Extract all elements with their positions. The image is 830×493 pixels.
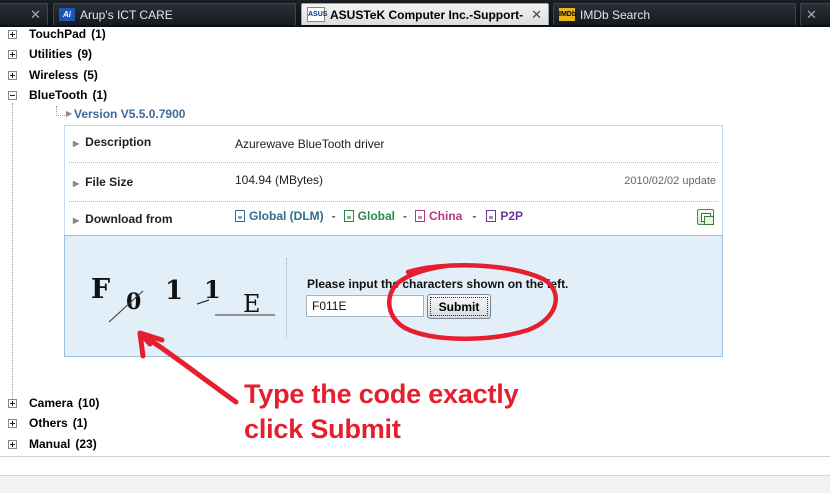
row-divider bbox=[69, 201, 718, 202]
driver-details-panel: ▶ Description Azurewave BlueTooth driver … bbox=[64, 125, 723, 236]
category-name: BlueTooth bbox=[29, 88, 88, 102]
category-wireless[interactable]: Wireless (5) bbox=[8, 66, 98, 84]
link-separator: - bbox=[403, 209, 407, 223]
description-label: Description bbox=[85, 135, 152, 149]
close-tab-icon[interactable]: ✕ bbox=[531, 7, 542, 23]
category-count: (10) bbox=[78, 396, 100, 410]
file-size-row: ▶ File Size 104.94 (MBytes) 2010/02/02 up… bbox=[65, 166, 722, 202]
download-links: Global (DLM) - Global - China - P2P bbox=[235, 209, 523, 223]
captcha-char: 1 bbox=[165, 276, 183, 306]
category-count: (23) bbox=[75, 437, 97, 451]
download-china-link[interactable]: China bbox=[415, 209, 462, 223]
imdb-favicon-icon: IMDb bbox=[559, 8, 576, 21]
tab-title: Arup's ICT CARE bbox=[80, 7, 173, 22]
link-label: P2P bbox=[500, 209, 524, 223]
expand-plus-icon[interactable] bbox=[8, 418, 17, 428]
captcha-char: 1 bbox=[204, 275, 221, 304]
captcha-panel: F 0 1 1 E Please input the characters sh… bbox=[64, 235, 723, 357]
download-p2p-link[interactable]: P2P bbox=[486, 209, 523, 223]
browser-tab-strip: ✕ Ai Arup's ICT CARE ASUS ASUSTeK Comput… bbox=[0, 0, 830, 27]
browser-tab-partial-left[interactable]: ✕ bbox=[0, 3, 48, 25]
category-others[interactable]: Others (1) bbox=[8, 414, 87, 432]
driver-version-link[interactable]: Version V5.5.0.7900 bbox=[74, 107, 185, 121]
close-tab-icon[interactable]: ✕ bbox=[806, 7, 817, 23]
category-name: Wireless bbox=[29, 68, 79, 82]
file-size-label: File Size bbox=[85, 175, 134, 189]
arrow-right-icon: ▶ bbox=[73, 179, 80, 188]
category-count: (1) bbox=[91, 27, 106, 41]
category-count: (9) bbox=[77, 47, 93, 61]
category-count: (5) bbox=[83, 68, 98, 82]
browser-tab-imdb-search[interactable]: IMDb IMDb Search bbox=[553, 3, 796, 25]
arrow-right-icon: ▶ bbox=[66, 109, 73, 118]
category-touchpad[interactable]: TouchPad (1) bbox=[8, 25, 106, 43]
link-separator: - bbox=[331, 209, 336, 223]
link-label: China bbox=[429, 209, 463, 223]
captcha-char: 0 bbox=[126, 289, 141, 315]
floppy-disk-icon bbox=[415, 210, 425, 222]
category-manual[interactable]: Manual (23) bbox=[8, 435, 97, 453]
link-label: Global bbox=[357, 209, 395, 223]
close-tab-icon[interactable]: ✕ bbox=[30, 7, 41, 23]
download-row: ▶ Download from Global (DLM) - Global - C… bbox=[65, 203, 722, 239]
download-global-dlm-link[interactable]: Global (DLM) bbox=[235, 209, 324, 223]
annotation-text: Type the code exactly click Submit bbox=[244, 377, 519, 447]
expand-plus-icon[interactable] bbox=[8, 49, 17, 59]
captcha-char: F bbox=[91, 274, 110, 305]
floppy-disk-icon bbox=[486, 210, 497, 222]
link-separator: - bbox=[472, 209, 477, 223]
download-label-wrap: ▶ Download from bbox=[73, 212, 172, 226]
download-global-link[interactable]: Global bbox=[343, 209, 395, 223]
arrow-right-icon: ▶ bbox=[73, 139, 80, 148]
download-from-label: Download from bbox=[85, 212, 173, 226]
tree-connector-line bbox=[12, 103, 13, 403]
category-count: (1) bbox=[92, 88, 108, 102]
update-date: 2010/02/02 update bbox=[624, 175, 716, 187]
link-label: Global (DLM) bbox=[249, 209, 324, 223]
captcha-divider bbox=[286, 258, 287, 338]
status-bar bbox=[0, 475, 830, 493]
browser-tab-partial-right[interactable]: ✕ bbox=[800, 3, 830, 25]
annotation-line-2: click Submit bbox=[244, 414, 401, 444]
page-bottom-divider bbox=[0, 456, 830, 457]
expand-plus-icon[interactable] bbox=[8, 29, 17, 39]
tab-title: IMDb Search bbox=[580, 7, 651, 22]
captcha-code-input[interactable] bbox=[306, 295, 424, 317]
expand-plus-icon[interactable] bbox=[8, 439, 17, 449]
annotation-line-1: Type the code exactly bbox=[244, 379, 519, 409]
category-name: Utilities bbox=[29, 47, 73, 61]
description-value: Azurewave BlueTooth driver bbox=[235, 137, 385, 151]
browser-tab-asus-support[interactable]: ASUS ASUSTeK Computer Inc.-Support- ✕ bbox=[301, 3, 549, 25]
collapse-minus-icon[interactable] bbox=[8, 90, 17, 100]
category-bluetooth[interactable]: BlueTooth (1) bbox=[8, 86, 107, 104]
file-size-label-wrap: ▶ File Size bbox=[73, 175, 133, 189]
asus-favicon-icon: ASUS bbox=[307, 7, 327, 22]
captcha-char: E bbox=[243, 290, 261, 318]
expand-plus-icon[interactable] bbox=[8, 70, 17, 80]
tab-title: ASUSTeK Computer Inc.-Support- bbox=[330, 7, 524, 22]
expand-plus-icon[interactable] bbox=[8, 398, 17, 408]
row-divider bbox=[69, 162, 718, 163]
description-label-wrap: ▶ Description bbox=[73, 135, 151, 149]
category-name: Camera bbox=[29, 396, 74, 410]
browser-tab-arups-ict-care[interactable]: Ai Arup's ICT CARE bbox=[53, 3, 296, 25]
floppy-disk-icon bbox=[343, 210, 354, 222]
captcha-image: F 0 1 1 E bbox=[91, 274, 275, 323]
category-utilities[interactable]: Utilities (9) bbox=[8, 45, 92, 63]
category-count: (1) bbox=[72, 416, 88, 430]
description-row: ▶ Description Azurewave BlueTooth driver bbox=[65, 126, 722, 162]
ai-favicon-icon: Ai bbox=[59, 8, 75, 21]
captcha-prompt: Please input the characters shown on the… bbox=[307, 277, 569, 291]
category-camera[interactable]: Camera (10) bbox=[8, 394, 99, 412]
arrow-right-icon: ▶ bbox=[73, 216, 80, 225]
category-name: TouchPad bbox=[29, 27, 87, 41]
floppy-disk-icon bbox=[235, 210, 245, 222]
download-manager-icon[interactable] bbox=[697, 209, 714, 225]
submit-button[interactable]: Submit bbox=[427, 294, 491, 319]
category-name: Manual bbox=[29, 437, 71, 451]
category-name: Others bbox=[29, 416, 68, 430]
file-size-value: 104.94 (MBytes) bbox=[235, 173, 324, 187]
